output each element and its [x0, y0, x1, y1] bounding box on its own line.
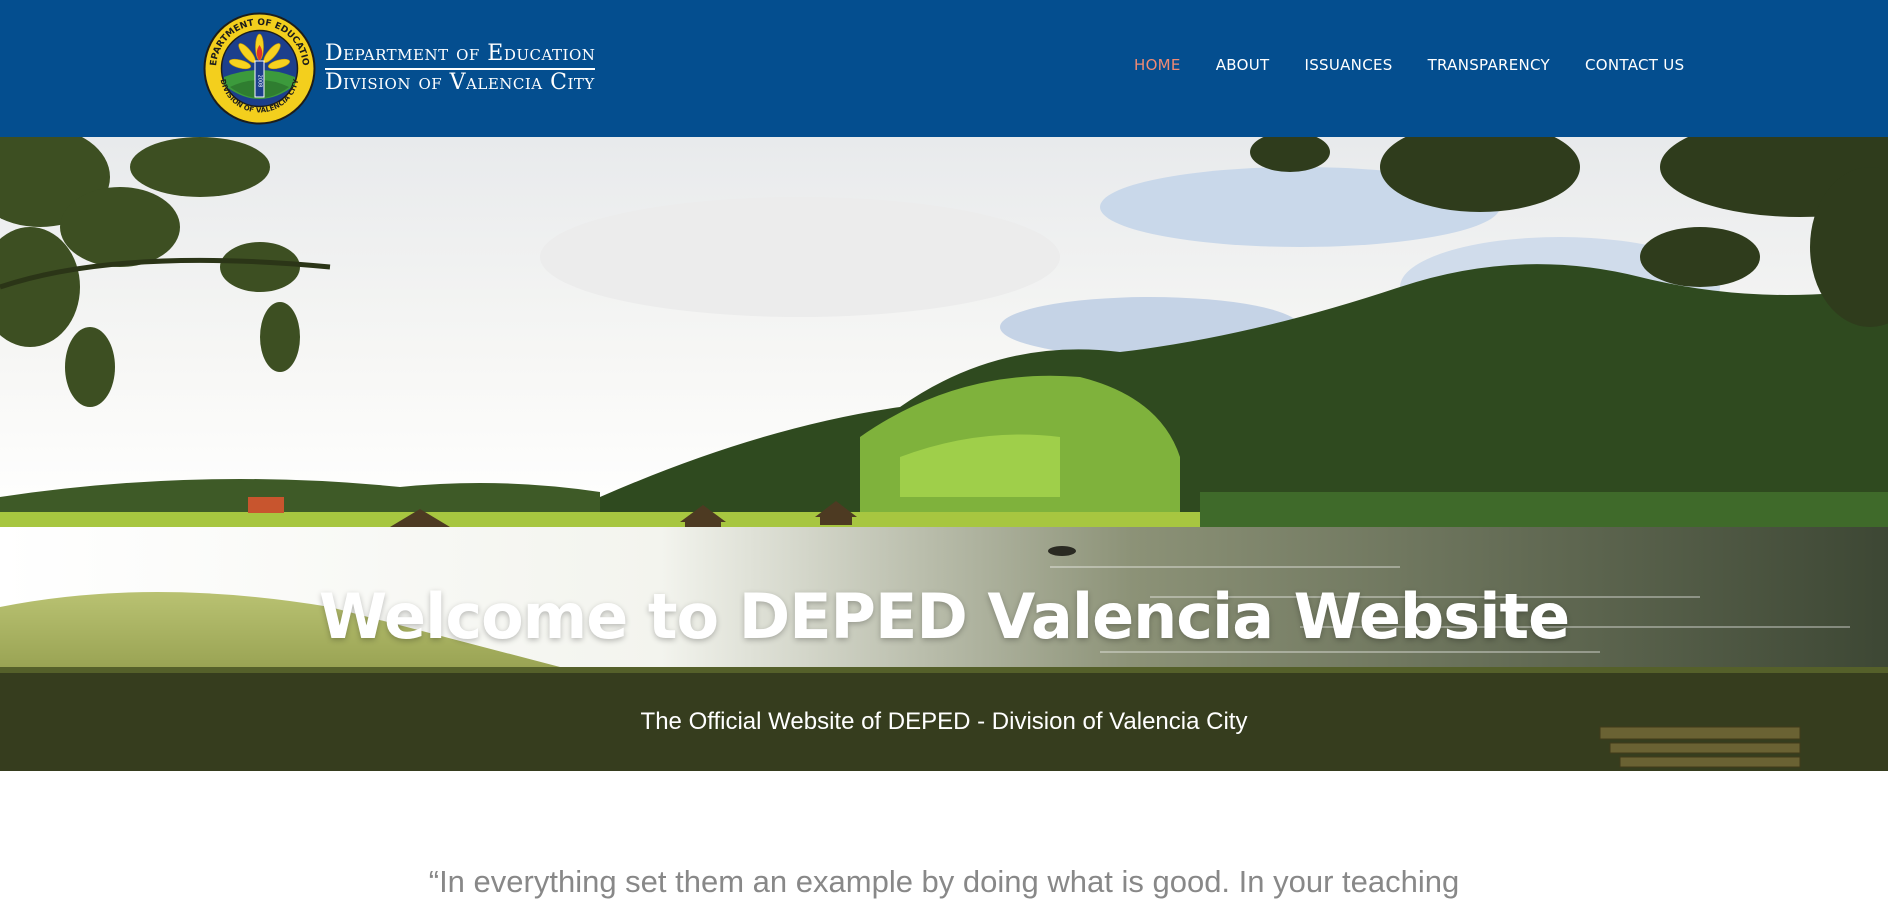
nav-issuances[interactable]: ISSUANCES	[1304, 56, 1392, 74]
site-header: 2008 DEPARTMENT OF EDUCATION DIVISION OF…	[0, 0, 1888, 137]
hero-banner: Welcome to DEPED Valencia Website The Of…	[0, 137, 1888, 771]
scripture-quote: “In everything set them an example by do…	[428, 864, 1460, 899]
nav-transparency[interactable]: TRANSPARENCY	[1428, 56, 1550, 74]
nav-about[interactable]: ABOUT	[1216, 56, 1270, 74]
main-nav: HOME ABOUT ISSUANCES TRANSPARENCY CONTAC…	[1134, 56, 1684, 74]
site-brand-link[interactable]: 2008 DEPARTMENT OF EDUCATION DIVISION OF…	[202, 11, 596, 126]
brand-text: Department of Education Division of Vale…	[325, 41, 596, 96]
deped-seal-icon: 2008 DEPARTMENT OF EDUCATION DIVISION OF…	[202, 11, 316, 125]
seal-year-text: 2008	[257, 75, 263, 88]
brand-division-name: Division of Valencia City	[325, 69, 595, 95]
nav-contact-us[interactable]: CONTACT US	[1585, 56, 1684, 74]
hero-subtitle: The Official Website of DEPED - Division…	[640, 708, 1248, 735]
nav-home[interactable]: HOME	[1134, 56, 1181, 74]
hero-title: Welcome to DEPED Valencia Website	[318, 580, 1570, 653]
brand-department-name: Department of Education	[325, 41, 596, 70]
